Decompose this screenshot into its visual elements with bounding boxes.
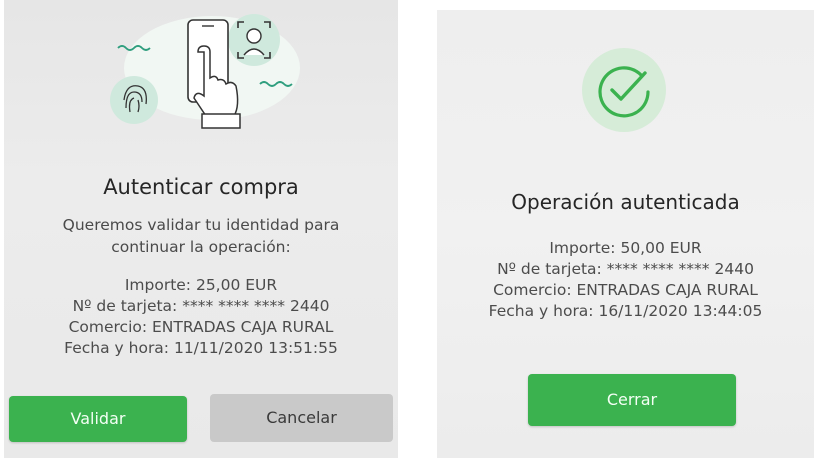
authentication-message: Queremos validar tu identidad para conti… [4, 214, 398, 258]
message-line: Queremos validar tu identidad para [62, 216, 340, 234]
validate-button[interactable]: Validar [9, 396, 187, 442]
purchase-details: Importe: 25,00 EUR Nº de tarjeta: **** *… [4, 275, 398, 359]
cancel-button[interactable]: Cancelar [210, 394, 393, 442]
operation-details: Importe: 50,00 EUR Nº de tarjeta: **** *… [437, 238, 814, 322]
datetime-text: Fecha y hora: 16/11/2020 13:44:05 [488, 302, 763, 320]
screen-title: Operación autenticada [511, 190, 740, 214]
card-number-text: Nº de tarjeta: **** **** **** 2440 [72, 297, 330, 315]
screenshot-pair: Autenticar compra Queremos validar tu id… [0, 0, 814, 458]
operation-authenticated-screen: Operación autenticada Importe: 50,00 EUR… [437, 10, 814, 458]
authenticate-purchase-screen: Autenticar compra Queremos validar tu id… [4, 0, 398, 458]
authentication-illustration [110, 14, 300, 129]
screen-title: Autenticar compra [103, 175, 299, 199]
face-id-icon [228, 14, 280, 66]
card-number-text: Nº de tarjeta: **** **** **** 2440 [497, 260, 754, 278]
fingerprint-icon [110, 76, 158, 124]
amount-text: Importe: 25,00 EUR [124, 276, 278, 294]
message-line: continuar la operación: [111, 238, 291, 256]
datetime-text: Fecha y hora: 11/11/2020 13:51:55 [64, 339, 338, 357]
amount-text: Importe: 50,00 EUR [549, 239, 702, 257]
close-button[interactable]: Cerrar [528, 374, 736, 426]
check-circle-icon [582, 48, 666, 132]
merchant-text: Comercio: ENTRADAS CAJA RURAL [493, 281, 758, 299]
merchant-text: Comercio: ENTRADAS CAJA RURAL [68, 318, 334, 336]
